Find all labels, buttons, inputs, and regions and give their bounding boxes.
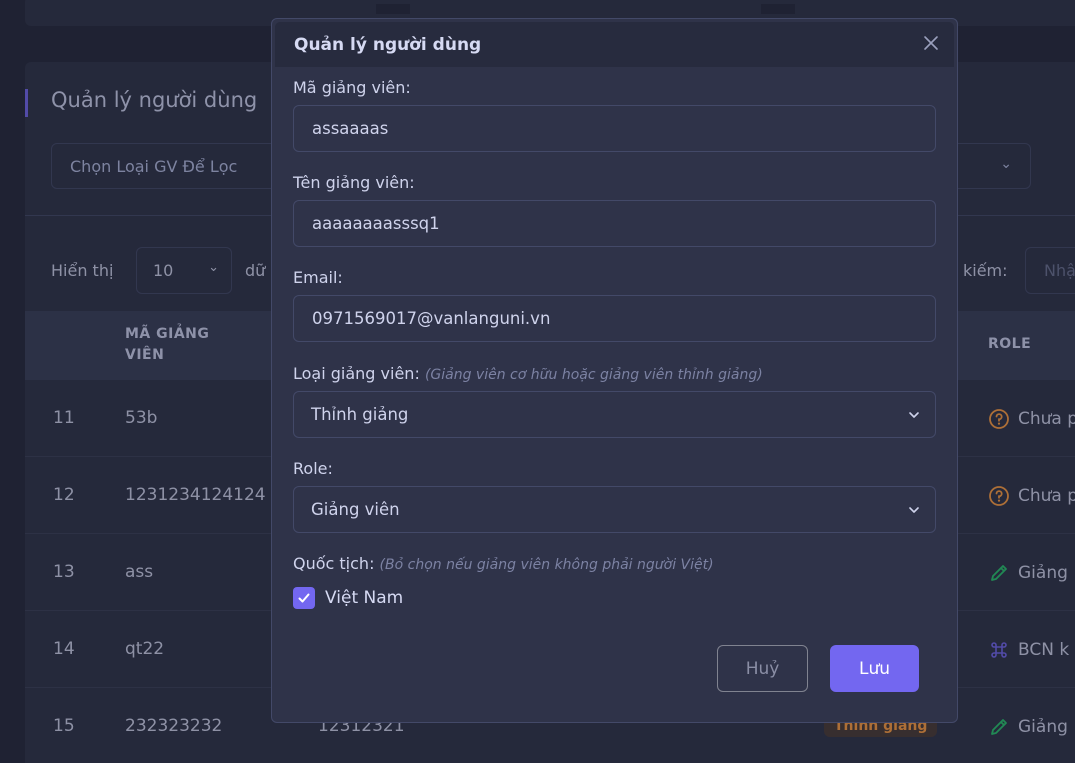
name-label: Tên giảng viên: [293,173,415,192]
nationality-hint: (Bỏ chọn nếu giảng viên không phải người… [379,557,714,573]
lecturer-type-value: Thỉnh giảng [311,405,409,424]
vietnam-checkbox-label[interactable]: Việt Nam [325,588,403,608]
type-hint: (Giảng viên cơ hữu hoặc giảng viên thỉnh… [424,367,763,383]
modal-title: Quản lý người dùng [294,35,482,55]
check-icon [298,593,310,603]
close-icon[interactable] [920,32,942,54]
role-select[interactable]: Giảng viên [293,486,936,533]
nationality-label: Quốc tịch: (Bỏ chọn nếu giảng viên không… [293,554,714,573]
vietnam-checkbox[interactable] [293,587,315,609]
lecturer-type-select[interactable]: Thỉnh giảng [293,391,936,438]
modal-header: Quản lý người dùng [275,22,954,67]
code-input[interactable]: assaaaas [293,105,936,152]
chevron-down-icon [909,412,919,418]
role-label: Role: [293,459,333,478]
cancel-button[interactable]: Huỷ [717,645,808,692]
code-label: Mã giảng viên: [293,78,411,97]
nationality-label-text: Quốc tịch: [293,554,375,573]
name-input[interactable]: aaaaaaaasssq1 [293,200,936,247]
chevron-down-icon [909,507,919,513]
type-label-text: Loại giảng viên: [293,364,420,383]
role-value: Giảng viên [311,500,400,519]
save-button[interactable]: Lưu [830,645,919,692]
user-management-modal: Quản lý người dùng Mã giảng viên: assaaa… [271,18,958,723]
type-label: Loại giảng viên: (Giảng viên cơ hữu hoặc… [293,364,763,383]
email-input[interactable]: 0971569017@vanlanguni.vn [293,295,936,342]
email-label: Email: [293,268,343,287]
